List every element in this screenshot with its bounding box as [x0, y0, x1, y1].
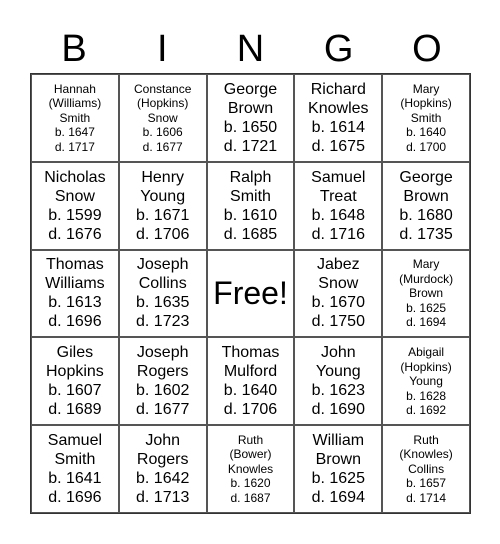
bingo-cell[interactable]: Richard Knowles b. 1614 d. 1675 — [294, 74, 383, 162]
free-space-label: Free! — [213, 275, 288, 312]
bingo-cell-text: Mary (Murdock) Brown b. 1625 d. 1694 — [399, 257, 454, 330]
bingo-cell[interactable]: Samuel Smith b. 1641 d. 1696 — [31, 425, 119, 513]
bingo-cell[interactable]: Mary (Murdock) Brown b. 1625 d. 1694 — [382, 249, 470, 338]
bingo-cell[interactable]: Ralph Smith b. 1610 d. 1685 — [206, 161, 295, 250]
bingo-cell-text: Ruth (Knowles) Collins b. 1657 d. 1714 — [399, 432, 453, 505]
bingo-cell[interactable]: Thomas Mulford b. 1640 d. 1706 — [206, 337, 295, 426]
bingo-cell[interactable]: Jabez Snow b. 1670 d. 1750 — [294, 249, 383, 338]
bingo-cell[interactable]: Henry Young b. 1671 d. 1706 — [118, 161, 207, 250]
bingo-cell-text: Hannah (Williams) Smith b. 1647 d. 1717 — [48, 81, 102, 154]
bingo-cell[interactable]: Ruth (Knowles) Collins b. 1657 d. 1714 — [382, 425, 470, 513]
bingo-cell-text: Ruth (Bower) Knowles b. 1620 d. 1687 — [227, 432, 274, 505]
bingo-free-space[interactable]: Free! — [206, 249, 295, 338]
bingo-cell-text: Thomas Williams b. 1613 d. 1696 — [45, 256, 105, 331]
header-letter-i: I — [157, 28, 168, 70]
bingo-cell-text: Abigail (Hopkins) Young b. 1628 d. 1692 — [400, 345, 452, 418]
bingo-cell-text: Giles Hopkins b. 1607 d. 1689 — [45, 344, 104, 419]
bingo-cell-text: Jabez Snow b. 1670 d. 1750 — [311, 256, 365, 331]
bingo-cell-text: Constance (Hopkins) Snow b. 1606 d. 1677 — [134, 81, 192, 154]
bingo-cell-text: John Young b. 1623 d. 1690 — [311, 344, 365, 419]
bingo-cell[interactable]: Mary (Hopkins) Smith b. 1640 d. 1700 — [382, 74, 470, 162]
bingo-cell[interactable]: Abigail (Hopkins) Young b. 1628 d. 1692 — [382, 337, 470, 426]
bingo-cell-text: Richard Knowles b. 1614 d. 1675 — [308, 80, 369, 155]
header-letter-g: G — [323, 28, 354, 70]
bingo-cell-text: George Brown b. 1680 d. 1735 — [399, 168, 453, 243]
bingo-cell[interactable]: William Brown b. 1625 d. 1694 — [294, 425, 383, 513]
bingo-cell-text: William Brown b. 1625 d. 1694 — [311, 432, 365, 507]
bingo-card-grid: Hannah (Williams) Smith b. 1647 d. 1717 C… — [30, 73, 471, 514]
bingo-header: B I N G O — [30, 26, 471, 72]
bingo-cell[interactable]: George Brown b. 1680 d. 1735 — [382, 161, 470, 250]
bingo-cell[interactable]: Ruth (Bower) Knowles b. 1620 d. 1687 — [206, 425, 295, 513]
header-letter-o: O — [412, 28, 442, 70]
bingo-cell-text: Henry Young b. 1671 d. 1706 — [136, 168, 190, 243]
bingo-cell[interactable]: Giles Hopkins b. 1607 d. 1689 — [31, 337, 119, 426]
bingo-cell[interactable]: John Rogers b. 1642 d. 1713 — [118, 425, 207, 513]
bingo-cell[interactable]: Samuel Treat b. 1648 d. 1716 — [294, 161, 383, 250]
bingo-cell[interactable]: Nicholas Snow b. 1599 d. 1676 — [31, 161, 119, 250]
bingo-cell[interactable]: Hannah (Williams) Smith b. 1647 d. 1717 — [31, 74, 119, 162]
bingo-cell-text: Thomas Mulford b. 1640 d. 1706 — [221, 344, 280, 419]
bingo-cell[interactable]: Joseph Collins b. 1635 d. 1723 — [118, 249, 207, 338]
bingo-cell[interactable]: Constance (Hopkins) Snow b. 1606 d. 1677 — [118, 74, 207, 162]
bingo-cell[interactable]: John Young b. 1623 d. 1690 — [294, 337, 383, 426]
bingo-cell-text: Mary (Hopkins) Smith b. 1640 d. 1700 — [400, 81, 452, 154]
bingo-cell-text: John Rogers b. 1642 d. 1713 — [136, 432, 190, 507]
bingo-cell-text: Samuel Smith b. 1641 d. 1696 — [47, 432, 103, 507]
bingo-cell[interactable]: Thomas Williams b. 1613 d. 1696 — [31, 249, 119, 338]
header-letter-b: B — [61, 28, 87, 70]
bingo-cell-text: Samuel Treat b. 1648 d. 1716 — [311, 168, 366, 243]
bingo-cell-text: Joseph Collins b. 1635 d. 1723 — [136, 256, 190, 331]
bingo-cell[interactable]: George Brown b. 1650 d. 1721 — [206, 74, 295, 162]
bingo-cell-text: Joseph Rogers b. 1602 d. 1677 — [136, 344, 190, 419]
bingo-cell-text: Ralph Smith b. 1610 d. 1685 — [223, 168, 278, 243]
bingo-cell[interactable]: Joseph Rogers b. 1602 d. 1677 — [118, 337, 207, 426]
bingo-cell-text: Nicholas Snow b. 1599 d. 1676 — [44, 168, 106, 243]
bingo-cell-text: George Brown b. 1650 d. 1721 — [223, 80, 278, 155]
header-letter-n: N — [236, 28, 265, 70]
